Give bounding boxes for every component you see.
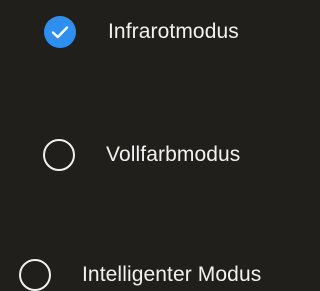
radio-unchecked-intelligenter-modus[interactable] <box>19 259 51 291</box>
radio-checked-infrarotmodus[interactable] <box>44 16 76 48</box>
check-icon <box>51 26 69 39</box>
option-label-infrarotmodus: Infrarotmodus <box>108 20 239 43</box>
option-vollfarbmodus[interactable]: Vollfarbmodus <box>43 139 240 171</box>
option-intelligenter-modus[interactable]: Intelligenter Modus <box>19 259 261 291</box>
option-infrarotmodus[interactable]: Infrarotmodus <box>44 16 239 48</box>
radio-unchecked-vollfarbmodus[interactable] <box>43 139 75 171</box>
option-label-intelligenter-modus: Intelligenter Modus <box>82 263 262 286</box>
option-label-vollfarbmodus: Vollfarbmodus <box>106 143 241 166</box>
